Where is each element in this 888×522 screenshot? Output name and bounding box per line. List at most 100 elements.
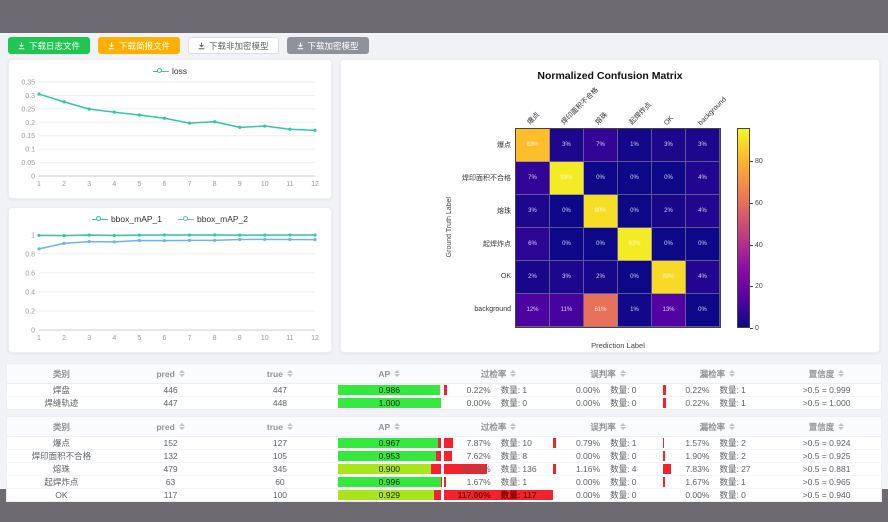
col-header-误判率[interactable]: 误判率 — [553, 364, 662, 384]
sort-carets-icon[interactable] — [287, 423, 293, 430]
svg-text:1: 1 — [31, 232, 35, 239]
ap-cell: 0.953 — [335, 450, 444, 463]
rate-text: 0.22%数量: 1 — [663, 384, 772, 396]
table-row: OK1171000.929117.00%数量: 1170.00%数量: 00.0… — [7, 489, 882, 502]
svg-text:10: 10 — [261, 335, 269, 342]
svg-text:7: 7 — [188, 335, 192, 342]
rate-cell: 1.67%数量: 1 — [444, 476, 553, 489]
sort-carets-icon[interactable] — [729, 370, 735, 377]
cm-cell: 1% — [618, 129, 652, 162]
rate-cell: 0.00%数量: 0 — [553, 476, 662, 489]
sort-carets-icon[interactable] — [729, 423, 735, 430]
pred-cell: 447 — [116, 397, 225, 410]
button-label: 下载简报文件 — [119, 40, 170, 52]
col-header-label: true — [267, 422, 283, 432]
rate-text: 0.00%数量: 0 — [553, 489, 662, 501]
svg-text:4: 4 — [112, 181, 116, 188]
svg-text:8: 8 — [213, 181, 217, 188]
cm-cell: 3% — [550, 261, 584, 294]
ap-cell: 1.000 — [335, 397, 444, 410]
cm-row-label: 熔珠 — [453, 194, 515, 227]
ap-value: 0.996 — [338, 477, 441, 487]
svg-text:11: 11 — [286, 181, 293, 188]
rate-text: 0.00%数量: 0 — [553, 397, 662, 409]
sort-carets-icon[interactable] — [179, 370, 185, 377]
rate-cell: 117.00%数量: 117 — [444, 489, 553, 502]
col-header-true[interactable]: true — [225, 364, 334, 384]
confusion-matrix-card: Normalized Confusion Matrix Ground Truth… — [340, 59, 880, 353]
confidence-cell: >0.5 = 0.940 — [772, 489, 881, 502]
download-encrypted-model-button[interactable]: 下载加密模型 — [287, 37, 369, 54]
sort-carets-icon[interactable] — [838, 423, 844, 430]
rate-text: 0.79%数量: 1 — [553, 437, 662, 449]
rate-cell: 1.57%数量: 2 — [663, 437, 772, 450]
cm-ylabel-wrap: Ground Truth Label — [446, 128, 453, 326]
sort-carets-icon[interactable] — [620, 370, 626, 377]
rate-text: 1.90%数量: 2 — [663, 450, 772, 462]
cm-cell: 13% — [652, 294, 686, 327]
col-header-过检率[interactable]: 过检率 — [444, 417, 553, 437]
class-name-cell: 起焊炸点 — [7, 476, 116, 489]
ap-value: 0.967 — [338, 438, 441, 448]
sort-carets-icon[interactable] — [394, 423, 400, 430]
sort-carets-icon[interactable] — [838, 370, 844, 377]
ap-value: 0.953 — [338, 451, 441, 461]
colorbar-tick: 60 — [750, 200, 763, 207]
col-header-label: 漏检率 — [700, 368, 726, 380]
colorbar-tick: 0 — [750, 325, 759, 332]
sort-carets-icon[interactable] — [510, 423, 516, 430]
download-report-button[interactable]: 下载简报文件 — [98, 37, 180, 54]
download-unencrypted-model-button[interactable]: 下载非加密模型 — [188, 37, 279, 54]
cm-row-label: 起焊炸点 — [453, 227, 515, 260]
cm-cell: 3% — [550, 129, 584, 162]
sort-carets-icon[interactable] — [620, 423, 626, 430]
sort-carets-icon[interactable] — [510, 370, 516, 377]
rate-text: 39.42%数量: 136 — [444, 463, 553, 475]
col-header-pred[interactable]: pred — [116, 417, 225, 437]
rate-cell: 7.87%数量: 10 — [444, 437, 553, 450]
legend-item-bbox_mAP_2[interactable]: bbox_mAP_2 — [178, 214, 248, 224]
svg-text:4: 4 — [112, 335, 116, 342]
legend-item-loss[interactable]: loss — [153, 66, 187, 76]
cm-cell: 0% — [652, 228, 686, 261]
col-header-误判率[interactable]: 误判率 — [553, 417, 662, 437]
rate-cell: 0.00%数量: 0 — [553, 450, 662, 463]
table-row: 焊缝轨迹4474481.0000.00%数量: 00.00%数量: 00.22%… — [7, 397, 882, 410]
table-row: 焊盘4464470.9860.22%数量: 10.00%数量: 00.22%数量… — [7, 384, 882, 397]
sort-carets-icon[interactable] — [179, 423, 185, 430]
col-header-label: 置信度 — [809, 368, 835, 380]
col-header-漏检率[interactable]: 漏检率 — [663, 417, 772, 437]
cm-cell: 3% — [652, 129, 686, 162]
col-header-label: AP — [378, 369, 390, 379]
col-header-true[interactable]: true — [225, 417, 334, 437]
legend-item-bbox_mAP_1[interactable]: bbox_mAP_1 — [92, 214, 162, 224]
metrics-table-2: 类别predtrueAP过检率误判率漏检率置信度爆点1521270.9677.8… — [6, 416, 882, 502]
rate-cell: 1.90%数量: 2 — [663, 450, 772, 463]
dashboard-page: 下载日志文件下载简报文件下载非加密模型下载加密模型 loss 00.050.10… — [0, 33, 888, 489]
cm-col-label: 爆点 — [525, 110, 542, 127]
col-header-置信度[interactable]: 置信度 — [772, 364, 881, 384]
cm-col-label: 熔珠 — [593, 110, 610, 127]
col-header-置信度[interactable]: 置信度 — [772, 417, 881, 437]
rate-text: 0.22%数量: 1 — [663, 397, 772, 409]
download-log-button[interactable]: 下载日志文件 — [8, 37, 90, 54]
svg-text:0.4: 0.4 — [25, 289, 35, 296]
confusion-matrix-title: Normalized Confusion Matrix — [341, 70, 879, 82]
cm-cell: 0% — [584, 162, 618, 195]
sort-carets-icon[interactable] — [287, 370, 293, 377]
cm-cell: 90% — [584, 195, 618, 228]
confidence-cell: >0.5 = 0.965 — [772, 476, 881, 489]
rate-cell: 1.67%数量: 1 — [663, 476, 772, 489]
col-header-过检率[interactable]: 过检率 — [444, 364, 553, 384]
svg-text:0: 0 — [31, 328, 35, 335]
top-dark-band — [0, 0, 888, 33]
svg-text:0.2: 0.2 — [25, 120, 35, 127]
col-header-pred[interactable]: pred — [116, 364, 225, 384]
sort-carets-icon[interactable] — [394, 370, 400, 377]
col-header-AP[interactable]: AP — [335, 364, 444, 384]
rate-cell: 7.83%数量: 27 — [663, 463, 772, 476]
svg-text:2: 2 — [62, 181, 66, 188]
col-header-漏检率[interactable]: 漏检率 — [663, 364, 772, 384]
col-header-AP[interactable]: AP — [335, 417, 444, 437]
legend-label: bbox_mAP_2 — [197, 214, 248, 224]
